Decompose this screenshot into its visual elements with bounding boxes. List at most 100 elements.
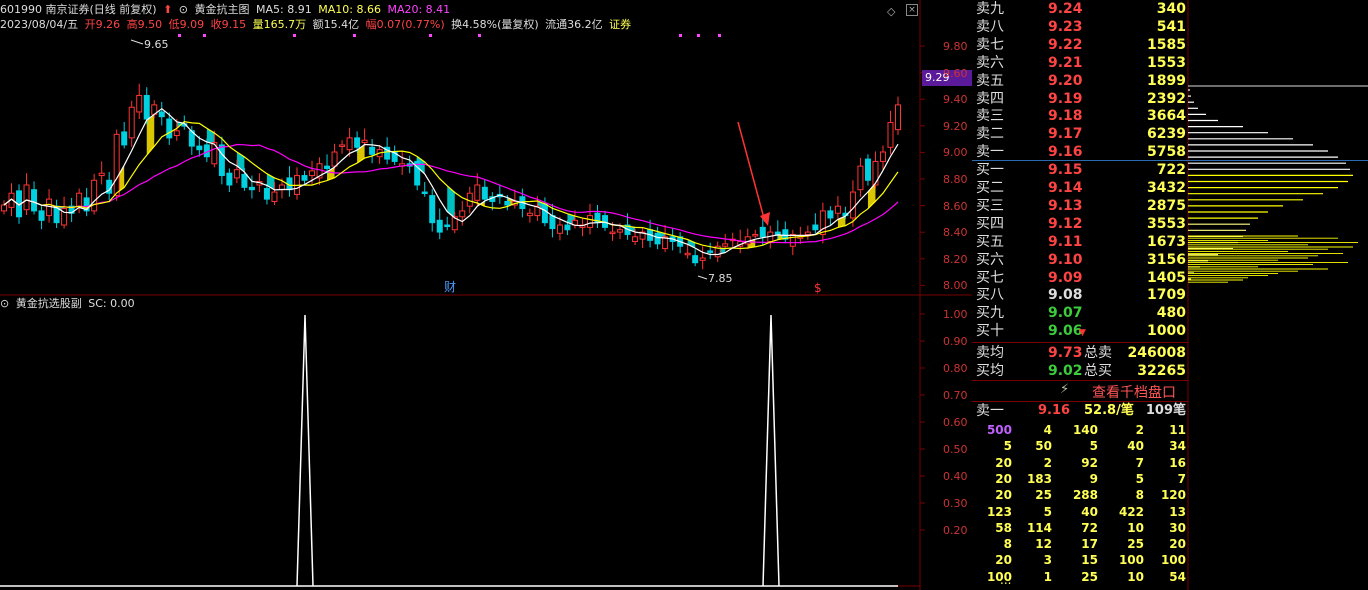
level-volume: 480	[1156, 305, 1186, 322]
ask-level-row[interactable]: 卖五 9.20 1899	[972, 72, 1188, 90]
level-label: 卖一	[976, 144, 1004, 161]
level-volume: 1553	[1147, 54, 1186, 71]
bid-level-row[interactable]: 买三 9.13 2875	[972, 197, 1188, 215]
sub-indicator-icon[interactable]: ⊙	[0, 297, 9, 310]
signal-dot	[203, 34, 206, 37]
diamond-icon[interactable]: ◇	[887, 5, 895, 18]
candle-body	[301, 175, 308, 181]
bid-level-row[interactable]: 买八 9.08 1709	[972, 286, 1188, 304]
sector[interactable]: 证券	[609, 18, 631, 31]
sub-tick-label: 0.20	[943, 524, 968, 537]
level-volume: 1709	[1147, 287, 1186, 304]
candle-body	[609, 231, 616, 235]
level-volume: 722	[1156, 162, 1186, 179]
dividend-marker[interactable]: $	[814, 280, 822, 296]
more-indicator[interactable]: ...	[1000, 573, 1011, 587]
low-pointer	[697, 275, 708, 280]
candle-body	[173, 130, 180, 137]
candle-body	[309, 170, 316, 177]
price-chart[interactable]	[0, 0, 972, 590]
level-price: 9.10	[1048, 251, 1083, 268]
up-arrow-icon: ⬆	[163, 3, 173, 16]
level-volume: 1673	[1147, 233, 1186, 250]
ask-level-row[interactable]: 卖四 9.19 2392	[972, 90, 1188, 108]
tick-value: 10	[1127, 520, 1144, 535]
turnover: 换4.58%(量复权)	[451, 18, 539, 31]
tick-row: 20 3 15 100 100	[972, 552, 1188, 569]
level-label: 卖七	[976, 36, 1004, 53]
bid-level-row[interactable]: 买六 9.10 3156	[972, 251, 1188, 269]
tick-value: 25	[1127, 537, 1144, 552]
tick-value: 288	[1072, 488, 1098, 503]
close-icon[interactable]: ×	[906, 4, 918, 16]
level-label: 买十	[976, 323, 1004, 340]
ask-level-row[interactable]: 卖三 9.18 3664	[972, 107, 1188, 125]
indicator-name[interactable]: 黄金抗主图	[195, 3, 250, 16]
bid-level-row[interactable]: 买七 9.09 1405	[972, 269, 1188, 287]
bid-level-row[interactable]: 买四 9.12 3553	[972, 215, 1188, 233]
candle-body	[789, 233, 796, 247]
chart-area[interactable]: 601990 南京证券(日线 前复权) ⬆ ⊙ 黄金抗主图 MA5: 8.91 …	[0, 0, 972, 590]
tick-value: 100	[1160, 553, 1186, 568]
tick-value: 16	[1169, 455, 1186, 470]
candle-body	[804, 231, 811, 235]
level-price: 9.16	[1048, 144, 1083, 161]
ask-level-row[interactable]: 卖一 9.16 5758	[972, 143, 1188, 161]
dropdown-icon[interactable]: ⊙	[179, 3, 188, 16]
candle-body	[887, 122, 894, 148]
candle-body	[857, 165, 864, 191]
bid-level-row[interactable]: 买五 9.11 1673	[972, 233, 1188, 251]
level-price: 9.20	[1048, 72, 1083, 89]
level-label: 买七	[976, 269, 1004, 286]
level-price: 9.17	[1048, 126, 1083, 143]
ask-level-row[interactable]: 卖二 9.17 6239	[972, 125, 1188, 143]
divider	[972, 342, 1188, 343]
tick-value: 114	[1026, 520, 1052, 535]
candle-body	[564, 224, 571, 231]
tick-value: 50	[1035, 439, 1052, 454]
sub-tick-label: 0.40	[943, 470, 968, 483]
bid-level-row[interactable]: 买一 9.15 722	[972, 161, 1188, 179]
candle-body	[759, 226, 766, 238]
bid-level-row[interactable]: 买九 9.07 480	[972, 304, 1188, 322]
sub-indicator-name[interactable]: 黄金抗选股副	[16, 297, 82, 310]
signal-dot	[697, 34, 700, 37]
candle-body	[91, 179, 98, 212]
bid-level-row[interactable]: 买二 9.14 3432	[972, 179, 1188, 197]
level-label: 买二	[976, 180, 1004, 196]
bid-average-row: 买均 9.02 总买 32265	[976, 363, 1186, 379]
level-price: 9.19	[1048, 90, 1083, 107]
candle-body	[23, 184, 30, 211]
ask-level-row[interactable]: 卖九 9.24 340	[972, 0, 1188, 18]
tick-value: 5	[1043, 504, 1052, 519]
level-price: 9.22	[1048, 36, 1083, 53]
tick-value: 30	[1169, 520, 1186, 535]
low: 低9.09	[168, 18, 205, 31]
stock-name[interactable]: 601990 南京证券(日线 前复权)	[0, 3, 157, 16]
level-volume: 2392	[1147, 90, 1186, 107]
ask-level-row[interactable]: 卖八 9.23 541	[972, 18, 1188, 36]
candle-body	[699, 257, 706, 261]
signal-dot	[478, 34, 481, 37]
level-price: 9.12	[1048, 215, 1083, 232]
candle-body	[324, 165, 331, 169]
tick-value: 9	[1089, 471, 1098, 486]
tick-value: 7	[1177, 471, 1186, 486]
price-tick-label: 9.20	[943, 119, 968, 133]
ask-level-row[interactable]: 卖七 9.22 1585	[972, 36, 1188, 54]
tick-value: 8	[1003, 537, 1012, 552]
signal-dot	[429, 34, 432, 37]
candle-body	[31, 189, 38, 212]
tick-value: 58	[995, 520, 1012, 535]
level-label: 买八	[976, 287, 1004, 304]
tick-value: 2	[1043, 455, 1052, 470]
level-label: 卖九	[976, 1, 1004, 17]
queue-row: 卖一 9.16 52.8/笔 109笔	[976, 403, 1186, 419]
view-thousand-button[interactable]: ⚡ 查看千档盘口	[972, 380, 1188, 402]
finance-marker[interactable]: 财	[444, 279, 456, 295]
candle-body	[864, 158, 871, 181]
candle-body	[1, 204, 7, 212]
volume: 量165.7万	[252, 18, 307, 31]
ask-level-row[interactable]: 卖六 9.21 1553	[972, 54, 1188, 72]
tick-value: 5	[1135, 471, 1144, 486]
